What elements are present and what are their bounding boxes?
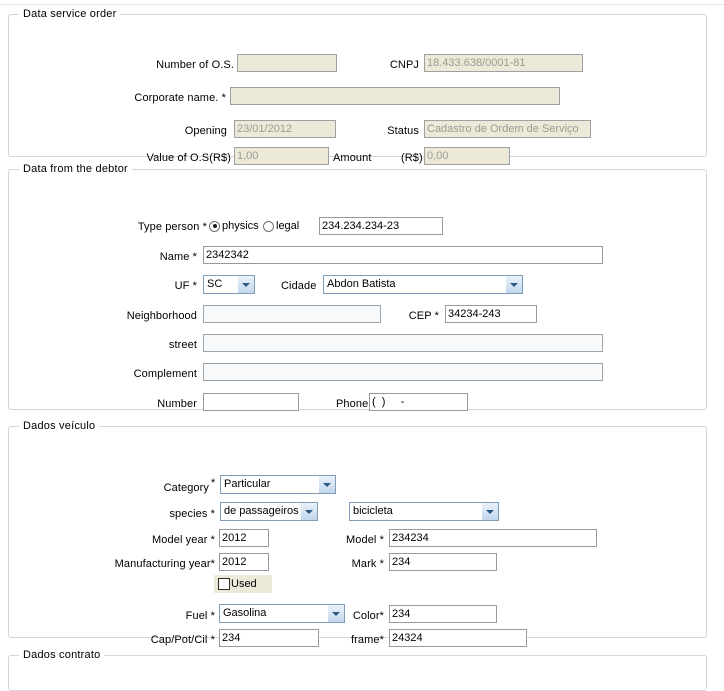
input-phone[interactable] (369, 393, 468, 411)
group-legend-contract: Dados contrato (19, 649, 104, 661)
input-name[interactable] (203, 246, 603, 264)
select-uf-value: SC (204, 276, 237, 293)
group-legend-debtor: Data from the debtor (19, 163, 132, 175)
label-opening: Opening (69, 124, 227, 138)
input-model-year[interactable] (219, 529, 269, 547)
select-species-value: de passageiros (221, 503, 300, 520)
radio-legal-icon[interactable] (263, 221, 274, 232)
radio-physics-icon[interactable] (209, 221, 220, 232)
label-fuel: Fuel * (89, 609, 215, 623)
select-category[interactable]: Particular (220, 475, 336, 494)
input-cnpj[interactable] (424, 54, 583, 72)
radio-legal-label: legal (276, 219, 299, 233)
radio-option-legal[interactable]: legal (263, 219, 299, 233)
label-cidade: Cidade (281, 279, 316, 293)
input-mark[interactable] (389, 553, 497, 571)
label-phone: Phone (336, 397, 368, 411)
label-mark: Mark * (264, 557, 384, 571)
input-complement[interactable] (203, 363, 603, 381)
input-street[interactable] (203, 334, 603, 352)
label-status: Status (309, 124, 419, 138)
group-dados-contrato: Dados contrato (8, 649, 707, 691)
group-dados-veiculo: Dados veículo Category * Particular spec… (8, 420, 707, 638)
chevron-down-icon[interactable] (505, 276, 522, 293)
label-complement: Complement (59, 367, 197, 381)
radio-option-physics[interactable]: physics (209, 219, 259, 233)
label-color: Color* (264, 609, 384, 623)
input-cpf-cnpj-document[interactable] (319, 217, 443, 235)
chevron-down-icon[interactable] (300, 503, 317, 520)
group-legend-service-order: Data service order (19, 8, 120, 20)
select-cidade-value: Abdon Batista (324, 276, 505, 293)
select-species-type-value: bicicleta (350, 503, 481, 520)
input-cep[interactable] (445, 305, 537, 323)
select-category-value: Particular (221, 476, 318, 493)
radio-physics-label: physics (222, 219, 259, 233)
input-model[interactable] (389, 529, 597, 547)
select-uf[interactable]: SC (203, 275, 255, 294)
label-number-of-os: Number of O.S. (69, 58, 234, 72)
checkbox-used[interactable]: Used (214, 575, 272, 593)
label-cep: CEP * (339, 309, 439, 323)
label-manufacturing-year: Manufacturing year* (49, 557, 215, 571)
label-name: Name * (69, 250, 197, 264)
select-cidade[interactable]: Abdon Batista (323, 275, 523, 294)
label-type-person: Type person * (59, 220, 207, 234)
label-category: Category (69, 481, 209, 495)
form-page: Data service order Number of O.S. CNPJ C… (0, 4, 724, 664)
checkbox-used-label: Used (230, 578, 257, 591)
label-street: street (69, 338, 197, 352)
chevron-down-icon[interactable] (318, 476, 335, 493)
label-frame: frame* (264, 633, 384, 647)
input-color[interactable] (389, 605, 497, 623)
input-corporate-name[interactable] (230, 87, 560, 105)
label-species: species * (79, 507, 215, 521)
input-number[interactable] (203, 393, 299, 411)
group-legend-vehicle: Dados veículo (19, 420, 99, 432)
select-species-type[interactable]: bicicleta (349, 502, 499, 521)
label-category-required-star: * (211, 476, 215, 490)
label-model-year: Model year * (69, 533, 215, 547)
label-cnpj: CNPJ (319, 58, 419, 72)
label-corporate-name: Corporate name. * (59, 91, 226, 105)
label-model: Model * (264, 533, 384, 547)
input-status[interactable] (424, 120, 591, 138)
select-species[interactable]: de passageiros (220, 502, 318, 521)
input-frame[interactable] (389, 629, 527, 647)
input-manufacturing-year[interactable] (219, 553, 269, 571)
label-number: Number (69, 397, 197, 411)
group-data-from-debtor: Data from the debtor Type person * physi… (8, 163, 707, 410)
group-data-service-order: Data service order Number of O.S. CNPJ C… (8, 8, 707, 157)
chevron-down-icon[interactable] (237, 276, 254, 293)
label-neighborhood: Neighborhood (59, 309, 197, 323)
checkbox-used-box[interactable] (218, 578, 230, 590)
label-uf: UF * (69, 279, 197, 293)
chevron-down-icon[interactable] (481, 503, 498, 520)
label-cap-pot-cil: Cap/Pot/Cil * (79, 633, 215, 647)
